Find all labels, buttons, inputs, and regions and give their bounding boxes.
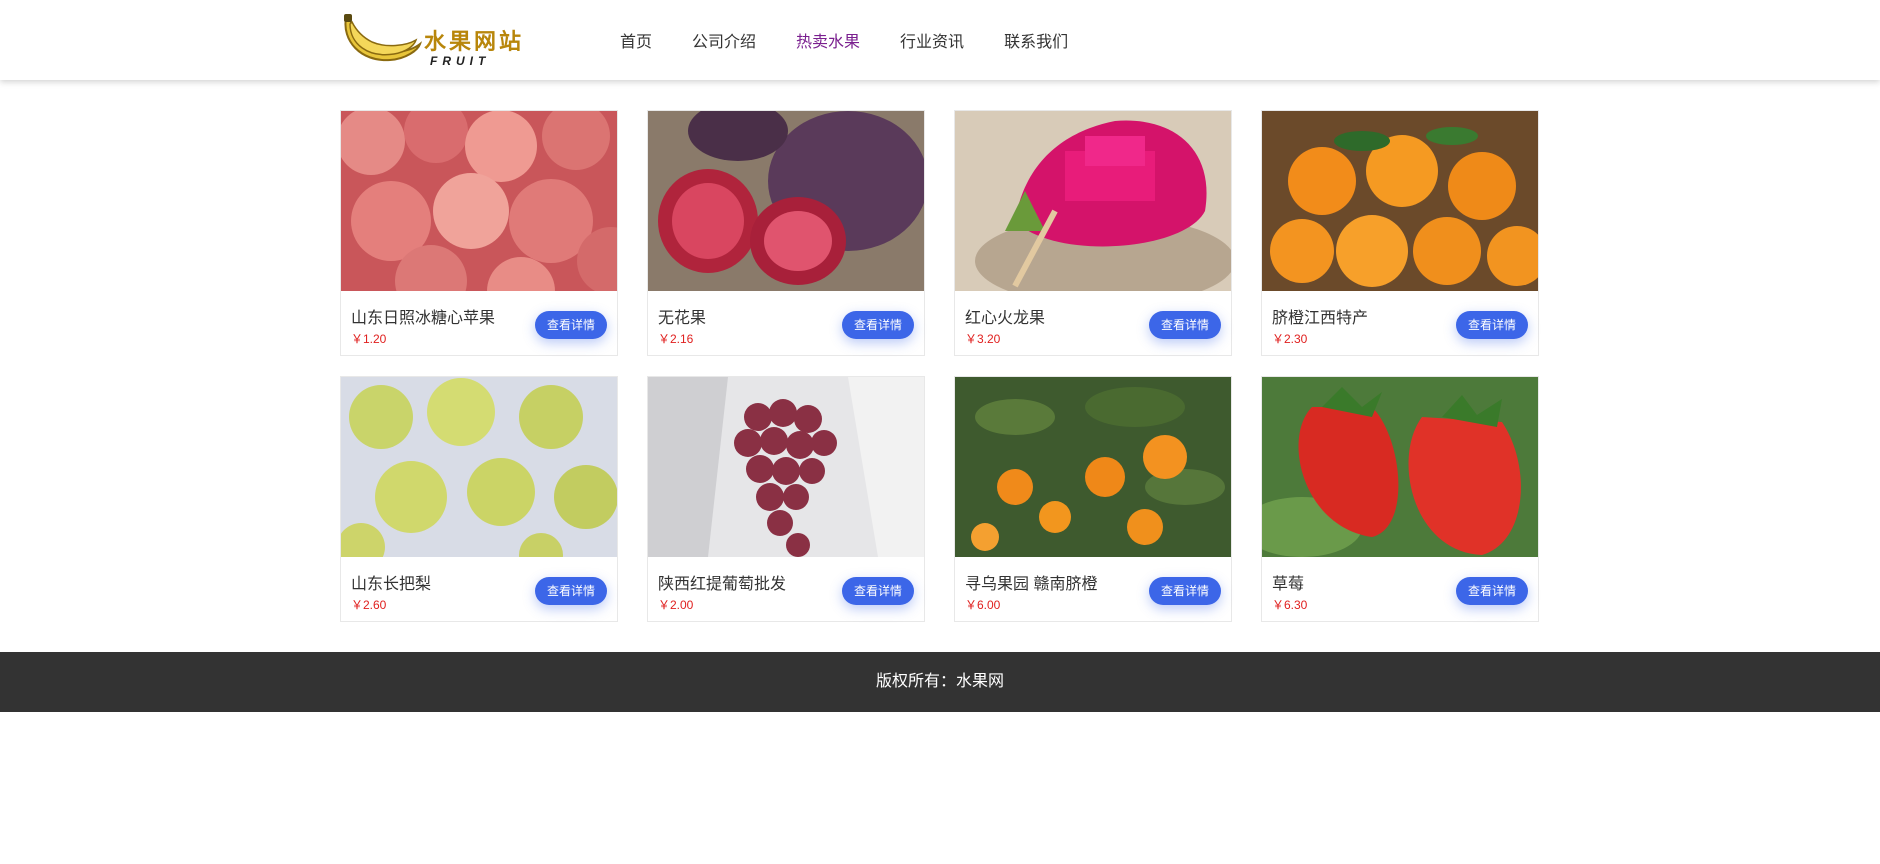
product-price: ￥6.00 [965, 598, 1001, 612]
product-name: 草莓 [1272, 576, 1305, 593]
product-card: 红心火龙果 ￥3.20 查看详情 [954, 110, 1232, 356]
product-price: ￥2.00 [658, 598, 694, 612]
product-image-orange-orchard[interactable] [955, 377, 1231, 557]
site-footer: 版权所有：水果网 [0, 652, 1880, 712]
product-price: ￥1.20 [351, 332, 387, 346]
view-details-button[interactable]: 查看详情 [1455, 311, 1528, 339]
banana-icon [344, 14, 423, 62]
product-name: 陕西红提葡萄批发 [658, 576, 787, 593]
view-details-button[interactable]: 查看详情 [841, 311, 914, 339]
nav-item-home[interactable]: 首页 [620, 28, 652, 52]
view-details-button[interactable]: 查看详情 [1148, 577, 1221, 605]
product-name: 寻乌果园 赣南脐橙 [965, 576, 1098, 593]
product-image-fig[interactable] [648, 111, 924, 291]
nav-item-about[interactable]: 公司介绍 [692, 28, 756, 52]
product-card: 山东日照冰糖心苹果 ￥1.20 查看详情 [340, 110, 618, 356]
logo-subtitle: FRUIT [430, 54, 491, 68]
product-image-red-grape[interactable] [648, 377, 924, 557]
site-header: 水果网站 FRUIT 首页 公司介绍 热卖水果 行业资讯 联系我们 [0, 0, 1880, 80]
product-name: 红心火龙果 [965, 310, 1046, 327]
product-card: 陕西红提葡萄批发 ￥2.00 查看详情 [647, 376, 925, 622]
main-nav: 首页 公司介绍 热卖水果 行业资讯 联系我们 [620, 0, 1108, 80]
product-card: 寻乌果园 赣南脐橙 ￥6.00 查看详情 [954, 376, 1232, 622]
logo-title: 水果网站 [424, 29, 525, 55]
site-logo[interactable]: 水果网站 FRUIT [340, 10, 540, 72]
product-image-apple[interactable] [341, 111, 617, 291]
product-card: 无花果 ￥2.16 查看详情 [647, 110, 925, 356]
product-price: ￥3.20 [965, 332, 1001, 346]
product-price: ￥2.16 [658, 332, 694, 346]
product-price: ￥2.30 [1272, 332, 1308, 346]
product-name: 无花果 [658, 310, 707, 327]
nav-item-news[interactable]: 行业资讯 [900, 28, 964, 52]
product-card: 山东长把梨 ￥2.60 查看详情 [340, 376, 618, 622]
product-name: 山东长把梨 [351, 576, 432, 593]
product-image-dragonfruit[interactable] [955, 111, 1231, 291]
product-price: ￥6.30 [1272, 598, 1308, 612]
product-name: 山东日照冰糖心苹果 [351, 310, 496, 327]
copyright-text: 版权所有：水果网 [875, 673, 1004, 690]
product-image-strawberry[interactable] [1262, 377, 1538, 557]
product-image-pear[interactable] [341, 377, 617, 557]
nav-item-hot-fruits[interactable]: 热卖水果 [796, 28, 860, 52]
view-details-button[interactable]: 查看详情 [841, 577, 914, 605]
product-image-navel-orange[interactable] [1262, 111, 1538, 291]
product-card: 脐橙江西特产 ￥2.30 查看详情 [1261, 110, 1539, 356]
view-details-button[interactable]: 查看详情 [534, 577, 607, 605]
view-details-button[interactable]: 查看详情 [534, 311, 607, 339]
product-name: 脐橙江西特产 [1272, 310, 1369, 327]
view-details-button[interactable]: 查看详情 [1148, 311, 1221, 339]
product-price: ￥2.60 [351, 598, 387, 612]
nav-item-contact[interactable]: 联系我们 [1004, 28, 1068, 52]
product-card: 草莓 ￥6.30 查看详情 [1261, 376, 1539, 622]
view-details-button[interactable]: 查看详情 [1455, 577, 1528, 605]
